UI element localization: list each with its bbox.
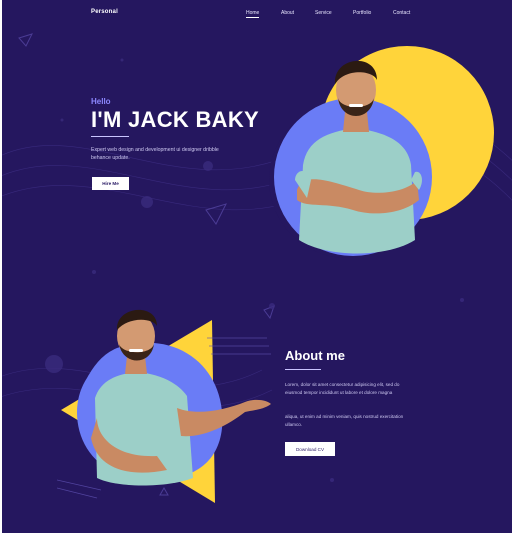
nav-contact[interactable]: Contact	[393, 10, 410, 16]
page-frame: Personal Home About Service Portfolio Co…	[2, 0, 512, 533]
hire-me-button[interactable]: Hire Me	[92, 177, 129, 190]
about-underline	[285, 369, 321, 370]
nav-portfolio[interactable]: Portfolio	[353, 10, 371, 16]
site-logo[interactable]: Personal	[91, 9, 118, 15]
about-paragraph-1: Lorem, dolor sit amet consectetur adipis…	[285, 382, 400, 395]
hero-title: I'M JACK BAKY	[91, 107, 260, 132]
nav-home[interactable]: Home	[246, 10, 260, 18]
nav-about[interactable]: About	[281, 10, 294, 16]
nav-service[interactable]: Service	[315, 10, 332, 16]
hero-greeting: Hello	[91, 97, 111, 106]
about-title: About me	[285, 348, 345, 363]
hero-portrait	[269, 46, 494, 258]
hero-description: Expert web design and development ui des…	[91, 147, 219, 161]
title-underline	[91, 136, 129, 137]
triangle-outline-icon	[18, 33, 33, 47]
about-paragraph-2: aliqua, ut enim ad minim veniam, quis no…	[285, 414, 404, 427]
download-cv-button[interactable]: Download CV	[285, 442, 335, 456]
about-portrait	[57, 309, 271, 503]
